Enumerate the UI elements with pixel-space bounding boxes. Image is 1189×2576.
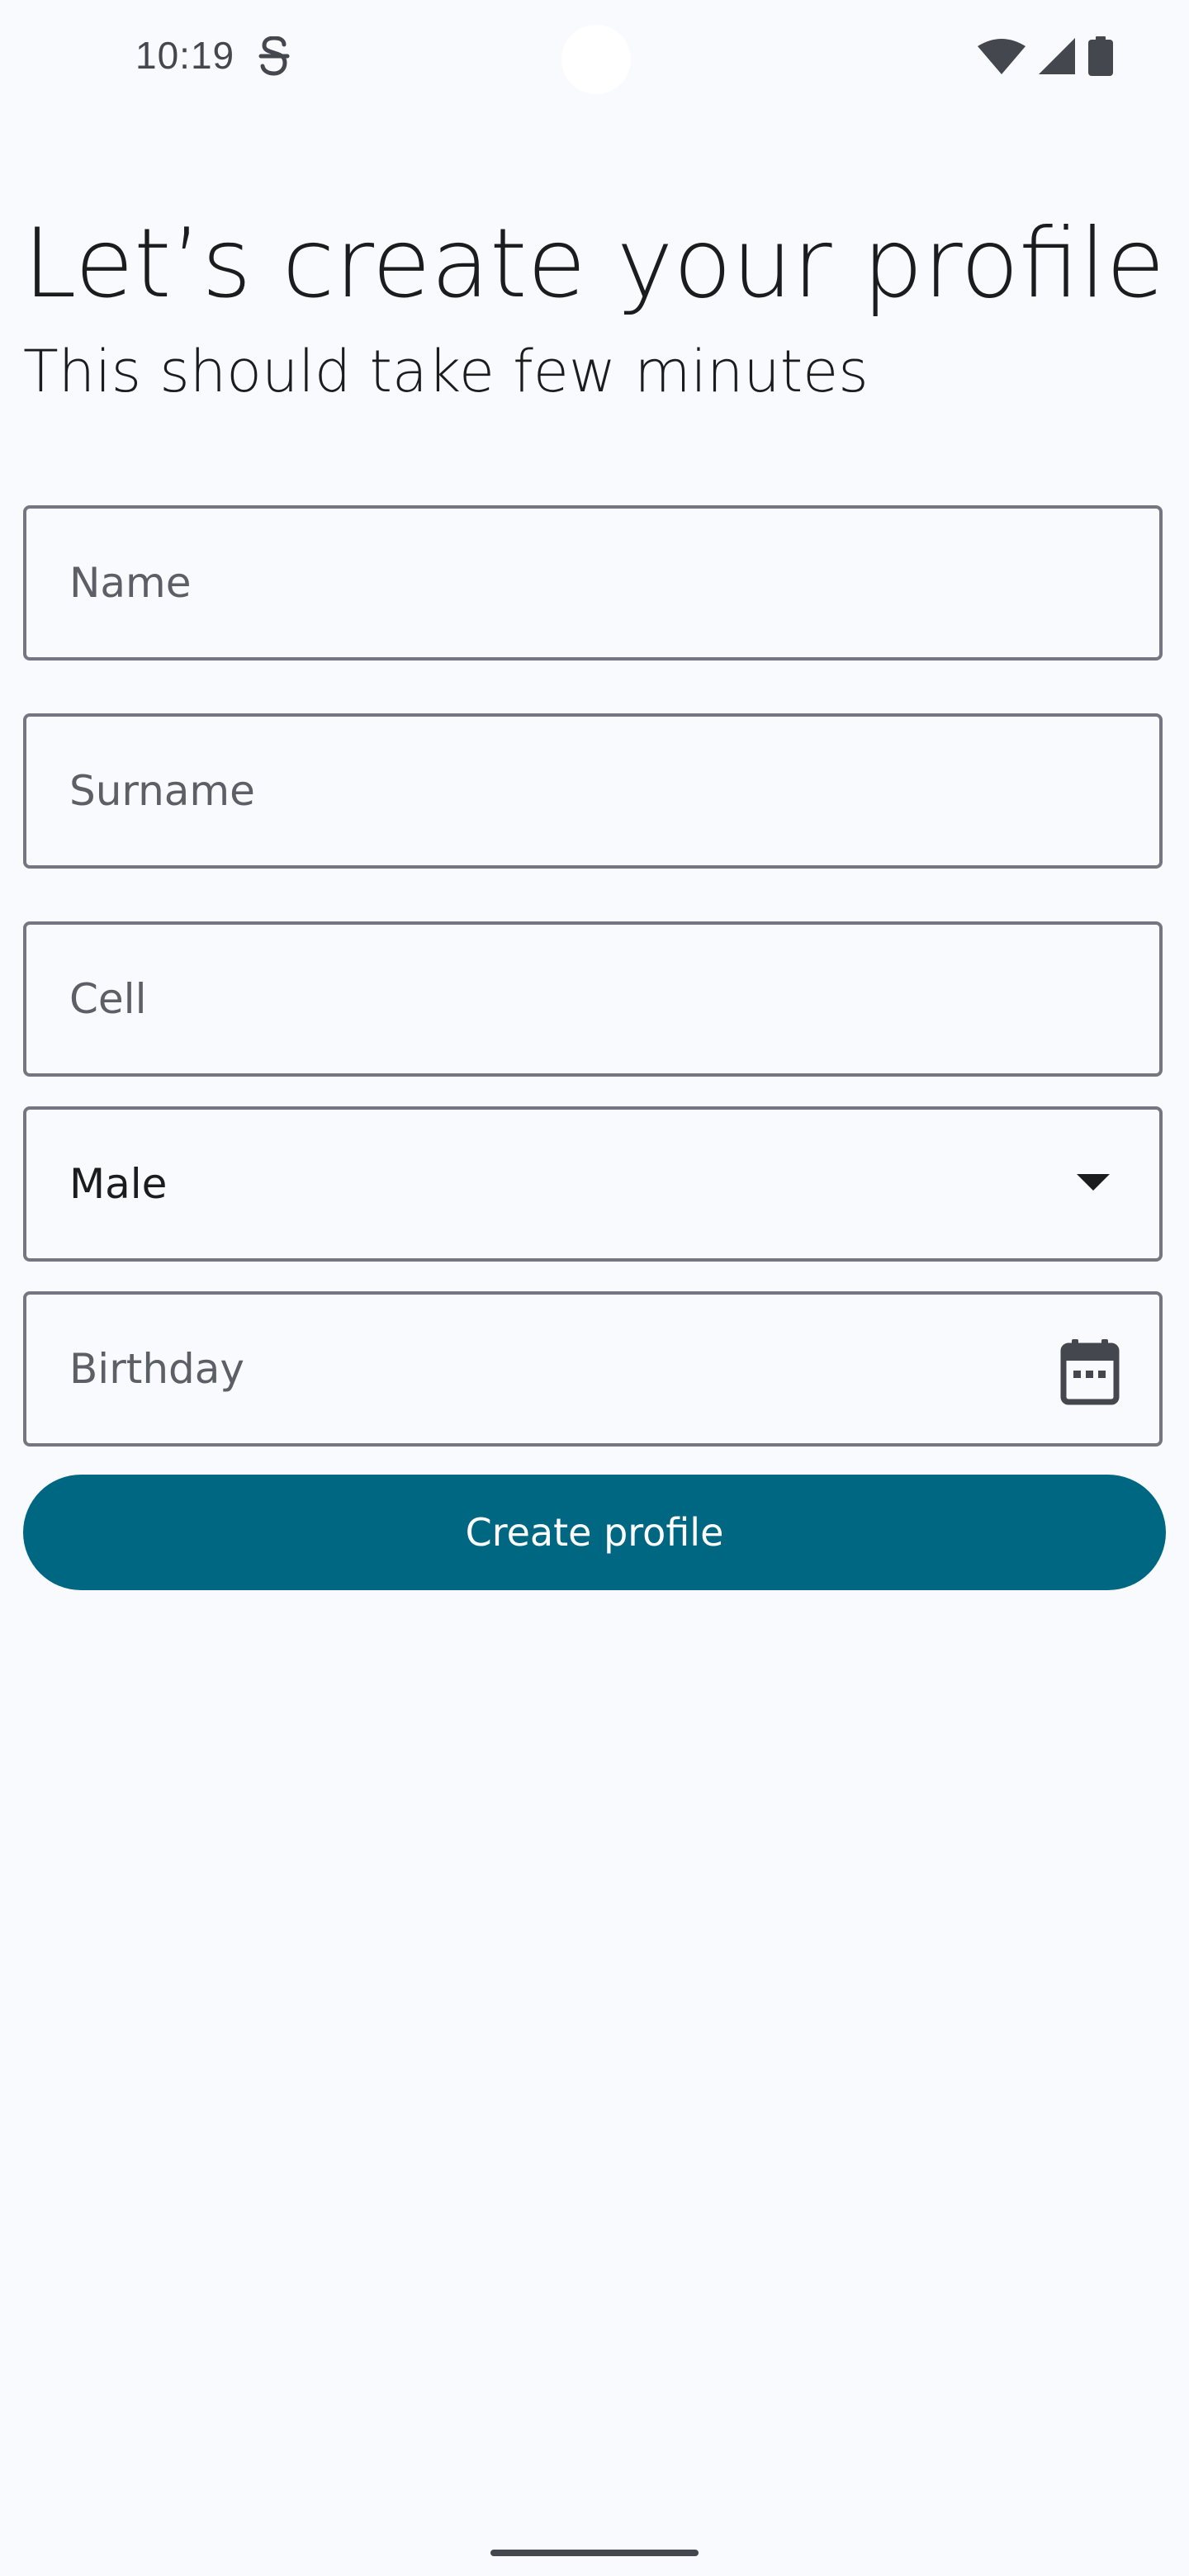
surname-field[interactable]	[23, 713, 1163, 869]
name-field[interactable]	[23, 505, 1163, 661]
page-subtitle: This should take few minutes	[23, 338, 869, 405]
surname-input[interactable]	[69, 717, 1060, 865]
name-input[interactable]	[69, 509, 1060, 657]
chevron-down-icon[interactable]	[1077, 1174, 1110, 1191]
cell-field[interactable]	[23, 921, 1163, 1077]
create-profile-button[interactable]: Create profile	[23, 1475, 1166, 1590]
gesture-navigation-bar[interactable]	[490, 2550, 699, 2556]
page-title: Let’s create your profile	[23, 208, 1165, 320]
wifi-icon	[978, 39, 1026, 74]
birthday-input[interactable]	[69, 1295, 1060, 1443]
status-bar: 10:19	[0, 0, 1189, 116]
birthday-field[interactable]	[23, 1291, 1163, 1447]
cell-signal-icon	[1039, 38, 1075, 74]
sim-status-icon	[258, 36, 290, 76]
status-icons	[978, 36, 1113, 76]
battery-icon	[1088, 36, 1113, 76]
status-time: 10:19	[135, 34, 235, 77]
gender-select[interactable]: Male	[23, 1106, 1163, 1262]
calendar-icon[interactable]	[1060, 1339, 1120, 1405]
cell-input[interactable]	[69, 925, 1060, 1073]
gender-selected-value: Male	[69, 1160, 168, 1208]
camera-cutout	[561, 25, 631, 94]
